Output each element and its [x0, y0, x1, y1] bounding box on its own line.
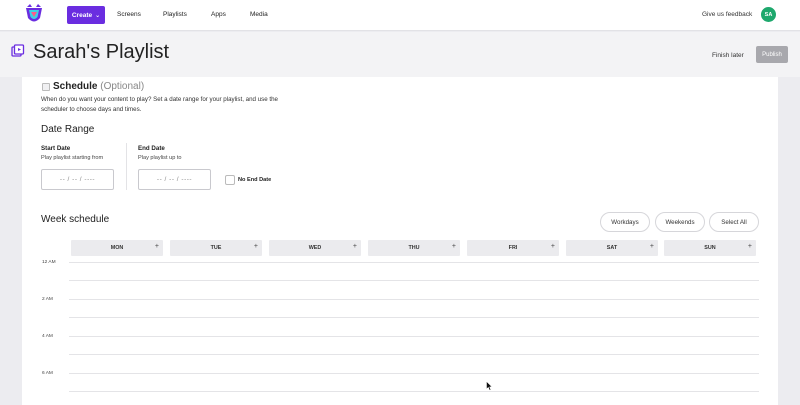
end-date-input[interactable]: -- / -- / ----	[138, 169, 211, 190]
day-header-thu: THU +	[368, 240, 460, 256]
finish-later-button[interactable]: Finish later	[712, 52, 744, 59]
logo-icon[interactable]	[24, 3, 44, 25]
hour-label-6am: 6 AM	[42, 371, 53, 376]
day-label: SAT	[606, 245, 618, 251]
grid-line[interactable]	[69, 317, 759, 318]
week-schedule-title: Week schedule	[41, 214, 110, 225]
hour-label-12am: 12 AM	[42, 260, 56, 265]
date-range-title: Date Range	[41, 124, 95, 135]
day-label: FRI	[508, 245, 518, 251]
day-header-sat: SAT +	[566, 240, 658, 256]
no-end-date-label: No End Date	[238, 177, 272, 183]
mouse-cursor-icon	[486, 381, 493, 391]
grid-line[interactable]	[69, 373, 759, 374]
grid-line[interactable]	[69, 336, 759, 337]
date-divider	[126, 143, 127, 190]
add-day-button[interactable]: +	[452, 243, 456, 250]
day-label: SUN	[704, 245, 716, 251]
nav-screens[interactable]: Screens	[117, 11, 141, 18]
schedule-description: When do you want your content to play? S…	[41, 96, 278, 113]
day-label: WED	[308, 245, 322, 251]
day-header-mon: MON +	[71, 240, 163, 256]
start-date-hint: Play playlist starting from	[41, 155, 104, 161]
day-label: MON	[110, 245, 124, 251]
page-title: Sarah's Playlist	[33, 41, 170, 63]
add-day-button[interactable]: +	[353, 243, 357, 250]
nav-apps[interactable]: Apps	[211, 11, 226, 18]
nav-playlists[interactable]: Playlists	[163, 11, 187, 18]
end-date-hint: Play playlist up to	[138, 155, 182, 161]
day-header-fri: FRI +	[467, 240, 559, 256]
schedule-title: Schedule (Optional)	[53, 81, 144, 92]
top-navigation: Create ⌄ Screens Playlists Apps Media Gi…	[0, 0, 800, 31]
grid-line[interactable]	[69, 262, 759, 263]
chevron-down-icon: ⌄	[95, 12, 101, 19]
add-day-button[interactable]: +	[155, 243, 159, 250]
day-header-tue: TUE +	[170, 240, 262, 256]
create-button[interactable]: Create ⌄	[67, 6, 105, 24]
feedback-link[interactable]: Give us feedback	[702, 11, 752, 18]
schedule-title-text: Schedule	[53, 81, 98, 92]
workdays-button[interactable]: Workdays	[600, 212, 650, 232]
weekends-button[interactable]: Weekends	[655, 212, 705, 232]
nav-media[interactable]: Media	[250, 11, 268, 18]
grid-line[interactable]	[69, 280, 759, 281]
hour-label-2am: 2 AM	[42, 297, 53, 302]
no-end-date-checkbox[interactable]	[225, 175, 235, 185]
day-header-wed: WED +	[269, 240, 361, 256]
day-label: THU	[408, 245, 420, 251]
add-day-button[interactable]: +	[551, 243, 555, 250]
publish-button[interactable]: Publish	[756, 46, 788, 63]
hour-label-4am: 4 AM	[42, 334, 53, 339]
schedule-checkbox[interactable]	[42, 83, 50, 91]
end-date-label: End Date	[138, 145, 165, 152]
add-day-button[interactable]: +	[748, 243, 752, 250]
grid-line[interactable]	[69, 391, 759, 392]
day-label: TUE	[210, 245, 222, 251]
page-header: Sarah's Playlist Finish later Publish	[0, 32, 800, 77]
add-day-button[interactable]: +	[650, 243, 654, 250]
avatar[interactable]: SA	[761, 7, 776, 22]
create-button-label: Create	[71, 11, 93, 19]
grid-line[interactable]	[69, 354, 759, 355]
start-date-input[interactable]: -- / -- / ----	[41, 169, 114, 190]
schedule-optional-text: (Optional)	[100, 81, 145, 92]
select-all-button[interactable]: Select All	[709, 212, 759, 232]
day-header-sun: SUN +	[664, 240, 756, 256]
grid-line[interactable]	[69, 299, 759, 300]
start-date-label: Start Date	[41, 145, 71, 152]
playlist-icon	[11, 44, 25, 57]
add-day-button[interactable]: +	[254, 243, 258, 250]
